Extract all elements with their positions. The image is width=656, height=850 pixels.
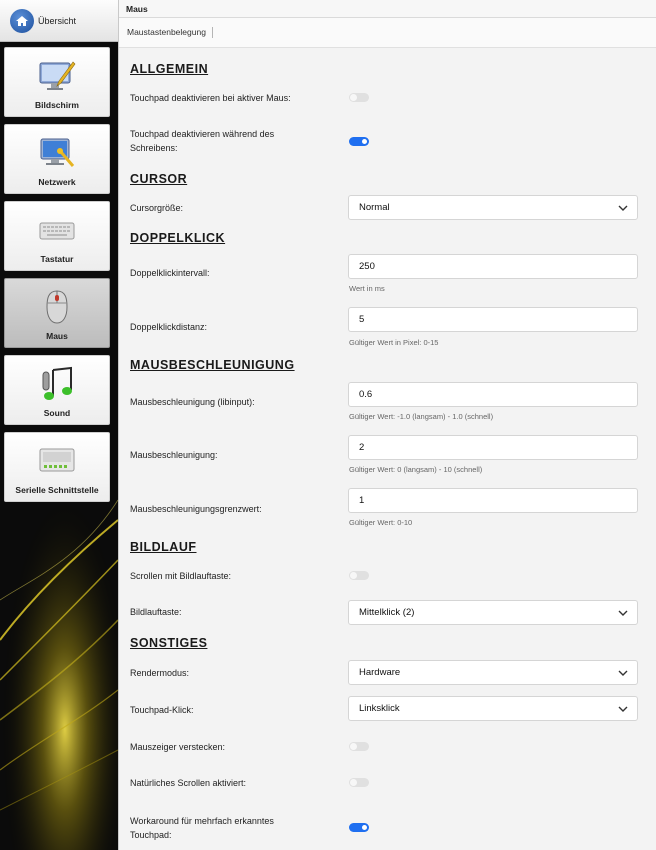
render-mode-label: Rendermodus: bbox=[130, 668, 190, 678]
accel-libinput-label: Mausbeschleunigung (libinput): bbox=[130, 397, 255, 407]
workaround-label-line2: Touchpad: bbox=[130, 830, 172, 840]
keyboard-icon bbox=[37, 212, 77, 248]
doubleclick-distance-value: 5 bbox=[359, 314, 365, 325]
touchpad-click-select[interactable]: Linksklick bbox=[348, 696, 638, 721]
doubleclick-distance-input[interactable]: 5 bbox=[348, 307, 638, 332]
workaround-label-line1: Workaround für mehrfach erkanntes bbox=[130, 816, 274, 826]
sidebar-item-netzwerk[interactable]: Netzwerk bbox=[4, 124, 110, 194]
touchpad-typing-toggle[interactable] bbox=[349, 137, 369, 146]
touchpad-typing-label-line1: Touchpad deaktivieren während des bbox=[130, 129, 275, 139]
sidebar-item-label: Maus bbox=[46, 331, 68, 341]
doubleclick-interval-label: Doppelklickintervall: bbox=[130, 268, 210, 278]
cursor-size-select[interactable]: Normal bbox=[348, 195, 638, 220]
chevron-down-icon bbox=[618, 670, 628, 676]
doubleclick-interval-hint: Wert in ms bbox=[349, 284, 385, 293]
scroll-key-value: Mittelklick (2) bbox=[359, 607, 415, 618]
sidebar-item-bildschirm[interactable]: Bildschirm bbox=[4, 47, 110, 117]
accel-threshold-label: Mausbeschleunigungsgrenzwert: bbox=[130, 504, 262, 514]
accel-threshold-value: 1 bbox=[359, 495, 365, 506]
touchpad-mouse-toggle[interactable] bbox=[349, 93, 369, 102]
render-mode-value: Hardware bbox=[359, 667, 401, 678]
chevron-down-icon bbox=[618, 205, 628, 211]
section-title-allgemein: ALLGEMEIN bbox=[130, 62, 209, 76]
chevron-down-icon bbox=[618, 610, 628, 616]
cursor-size-value: Normal bbox=[359, 202, 390, 213]
sidebar-item-sound[interactable]: Sound bbox=[4, 355, 110, 425]
touchpad-typing-label: Touchpad deaktivieren während des Schrei… bbox=[130, 127, 320, 155]
home-icon bbox=[10, 8, 34, 33]
home-button[interactable]: Übersicht bbox=[0, 0, 118, 42]
workaround-label: Workaround für mehrfach erkanntes Touchp… bbox=[130, 814, 320, 842]
sidebar-item-label: Bildschirm bbox=[35, 100, 79, 110]
accel-label: Mausbeschleunigung: bbox=[130, 450, 218, 460]
doubleclick-interval-value: 250 bbox=[359, 261, 375, 272]
section-title-sonstiges: SONSTIGES bbox=[130, 636, 208, 650]
section-title-cursor: CURSOR bbox=[130, 172, 188, 186]
touchpad-mouse-label: Touchpad deaktivieren bei aktiver Maus: bbox=[130, 93, 291, 103]
music-note-icon bbox=[37, 366, 77, 402]
sidebar-item-label: Serielle Schnittstelle bbox=[15, 485, 99, 495]
sidebar-item-maus[interactable]: Maus bbox=[4, 278, 110, 348]
cursor-size-label: Cursorgröße: bbox=[130, 203, 184, 213]
accel-threshold-hint: Gültiger Wert: 0-10 bbox=[349, 518, 413, 527]
section-title-bildlauf: BILDLAUF bbox=[130, 540, 197, 554]
accel-hint: Gültiger Wert: 0 (langsam) - 10 (schnell… bbox=[349, 465, 483, 474]
network-monitor-icon bbox=[37, 135, 77, 171]
scroll-button-label: Scrollen mit Bildlauftaste: bbox=[130, 571, 232, 581]
sidebar: Übersicht Bildschirm Netzwerk Tastatur M… bbox=[0, 0, 118, 850]
scroll-key-label: Bildlauftaste: bbox=[130, 607, 182, 617]
accel-libinput-hint: Gültiger Wert: -1.0 (langsam) - 1.0 (sch… bbox=[349, 412, 494, 421]
doubleclick-interval-input[interactable]: 250 bbox=[348, 254, 638, 279]
scroll-key-select[interactable]: Mittelklick (2) bbox=[348, 600, 638, 625]
sidebar-item-serielle-schnittstelle[interactable]: Serielle Schnittstelle bbox=[4, 432, 110, 502]
section-title-doppelklick: DOPPELKLICK bbox=[130, 231, 226, 245]
sidebar-item-label: Netzwerk bbox=[38, 177, 76, 187]
hide-cursor-toggle[interactable] bbox=[349, 742, 369, 751]
mouse-icon bbox=[42, 289, 72, 325]
sidebar-item-label: Tastatur bbox=[40, 254, 74, 264]
touchpad-click-label: Touchpad-Klick: bbox=[130, 705, 194, 715]
touchpad-typing-label-line2: Schreibens: bbox=[130, 143, 178, 153]
scroll-button-toggle[interactable] bbox=[349, 571, 369, 580]
serial-port-icon bbox=[37, 443, 77, 479]
window-title: Maus bbox=[119, 0, 656, 18]
tab-bar: Maustastenbelegung bbox=[119, 18, 656, 48]
accel-libinput-input[interactable]: 0.6 bbox=[348, 382, 638, 407]
home-label: Übersicht bbox=[38, 15, 77, 26]
doubleclick-distance-label: Doppelklickdistanz: bbox=[130, 322, 208, 332]
doubleclick-distance-hint: Gültiger Wert in Pixel: 0-15 bbox=[349, 338, 439, 347]
chevron-down-icon bbox=[618, 706, 628, 712]
accel-input[interactable]: 2 bbox=[348, 435, 638, 460]
sidebar-item-tastatur[interactable]: Tastatur bbox=[4, 201, 110, 271]
monitor-pen-icon bbox=[37, 58, 77, 94]
touchpad-click-value: Linksklick bbox=[359, 703, 400, 714]
accel-value: 2 bbox=[359, 442, 365, 453]
sidebar-item-label: Sound bbox=[43, 408, 71, 418]
accel-threshold-input[interactable]: 1 bbox=[348, 488, 638, 513]
hide-cursor-label: Mauszeiger verstecken: bbox=[130, 742, 226, 752]
main-panel: Maus Maustastenbelegung ALLGEMEIN Touchp… bbox=[118, 0, 656, 850]
natural-scroll-toggle[interactable] bbox=[349, 778, 369, 787]
accel-libinput-value: 0.6 bbox=[359, 389, 373, 400]
natural-scroll-label: Natürliches Scrollen aktiviert: bbox=[130, 778, 247, 788]
workaround-toggle[interactable] bbox=[349, 823, 369, 832]
section-title-mausbeschleunigung: MAUSBESCHLEUNIGUNG bbox=[130, 358, 295, 372]
tab-maustastenbelegung[interactable]: Maustastenbelegung bbox=[127, 27, 213, 38]
render-mode-select[interactable]: Hardware bbox=[348, 660, 638, 685]
